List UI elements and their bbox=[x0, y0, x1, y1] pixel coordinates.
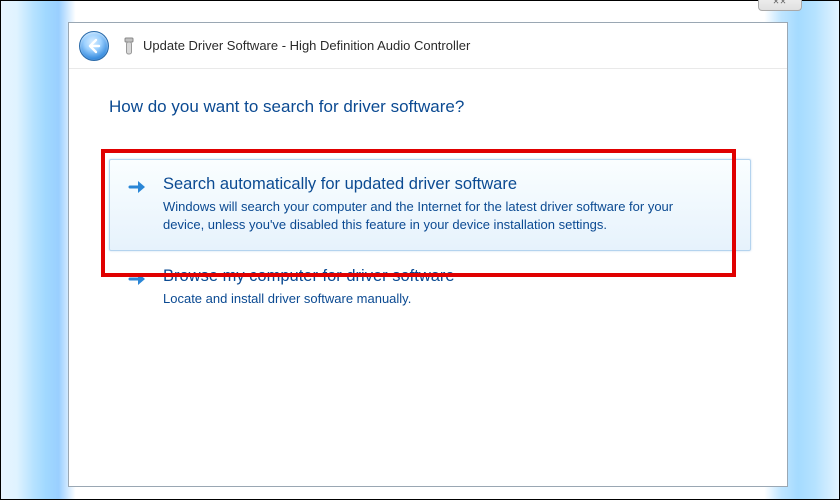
option-browse-computer[interactable]: Browse my computer for driver software L… bbox=[109, 251, 751, 326]
option-desc: Windows will search your computer and th… bbox=[163, 198, 693, 233]
dialog-header: Update Driver Software - High Definition… bbox=[69, 23, 787, 69]
option-search-automatically[interactable]: Search automatically for updated driver … bbox=[109, 159, 751, 251]
back-button[interactable] bbox=[79, 31, 109, 61]
close-icon: ✕✕ bbox=[773, 0, 787, 7]
dialog-body: How do you want to search for driver sof… bbox=[69, 69, 787, 326]
option-title: Search automatically for updated driver … bbox=[163, 175, 733, 194]
back-arrow-icon bbox=[86, 38, 102, 54]
dialog-title: Update Driver Software - High Definition… bbox=[143, 38, 470, 53]
option-text: Search automatically for updated driver … bbox=[163, 175, 733, 233]
update-driver-dialog: Update Driver Software - High Definition… bbox=[68, 22, 788, 487]
option-desc: Locate and install driver software manua… bbox=[163, 290, 693, 308]
close-button[interactable]: ✕✕ bbox=[758, 0, 802, 11]
arrow-right-icon bbox=[127, 175, 149, 197]
device-icon bbox=[123, 34, 135, 58]
option-text: Browse my computer for driver software L… bbox=[163, 267, 733, 308]
option-list: Search automatically for updated driver … bbox=[109, 159, 751, 326]
search-question: How do you want to search for driver sof… bbox=[109, 97, 751, 117]
arrow-right-icon bbox=[127, 267, 149, 289]
option-title: Browse my computer for driver software bbox=[163, 267, 733, 286]
